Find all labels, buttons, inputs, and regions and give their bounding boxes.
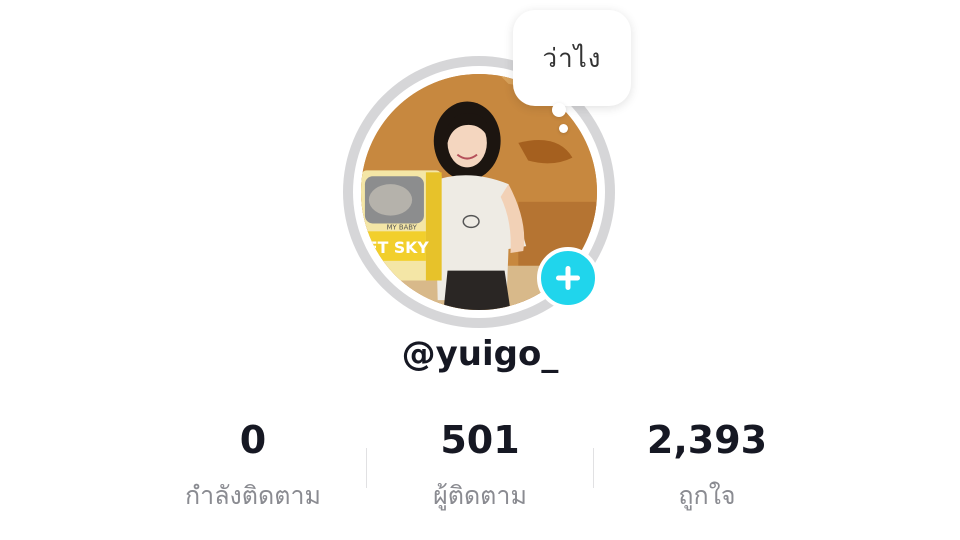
stat-following-count: 0 [239,418,267,462]
status-bubble[interactable]: ว่าไง [513,10,631,106]
bag-print-bottom: ET SKY [367,238,429,257]
stat-followers-label: ผู้ติดตาม [433,481,527,510]
stat-followers[interactable]: 501 ผู้ติดตาม [367,416,593,526]
bubble-tail-dot-small [559,124,568,133]
stat-likes-count: 2,393 [646,418,768,462]
bubble-tail-dot [552,103,566,117]
profile-header: MY BABY ET SKY ว่าไง @yuigo_ 0 กำลังติดต… [0,0,960,540]
stat-following-label: กำลังติดตาม [185,481,321,510]
stat-likes-label: ถูกใจ [678,481,736,510]
stat-followers-count: 501 [440,418,520,462]
username: @yuigo_ [401,334,559,374]
status-bubble-text: ว่าไง [542,43,602,74]
plus-icon [556,266,580,290]
profile-stats: 0 กำลังติดตาม 501 ผู้ติดตาม 2,393 ถูกใจ [140,416,820,526]
stat-likes[interactable]: 2,393 ถูกใจ [594,416,820,526]
bag-print-top: MY BABY [387,223,418,231]
follow-plus-button[interactable] [537,247,599,309]
stat-following[interactable]: 0 กำลังติดตาม [140,416,366,526]
